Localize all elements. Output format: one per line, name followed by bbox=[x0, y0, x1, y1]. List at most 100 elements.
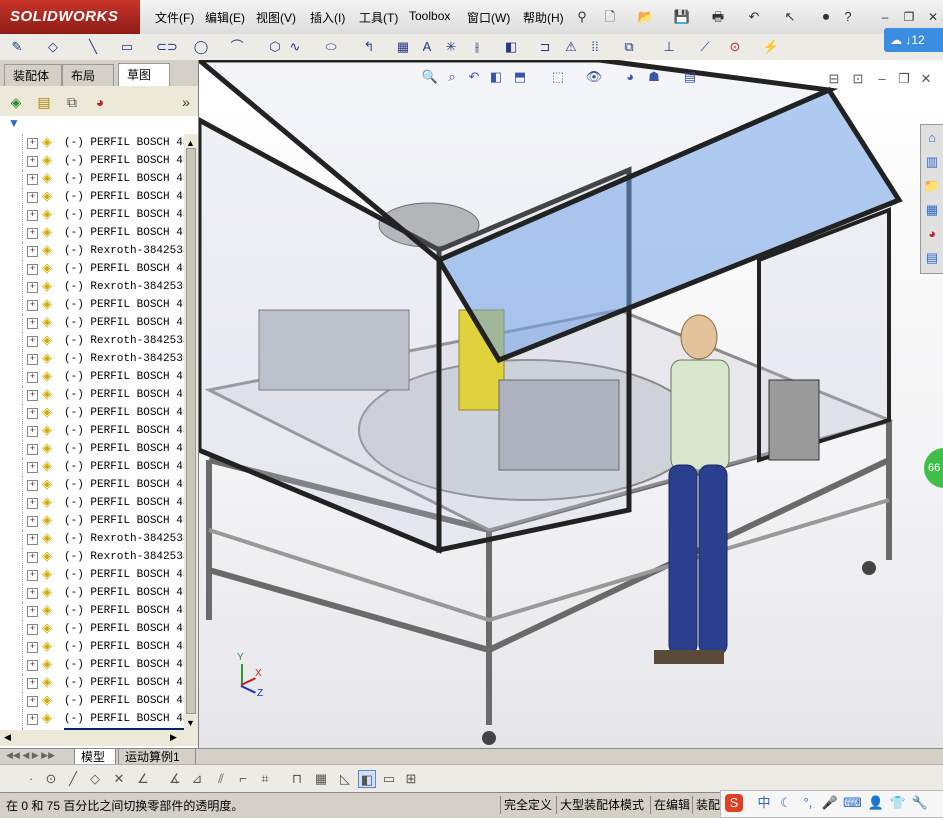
menu-help[interactable]: 帮助(H) bbox=[518, 9, 569, 26]
ime-chinese-mode[interactable]: 中 bbox=[755, 794, 773, 812]
rebuild-traffic-light-icon[interactable]: ⏺ bbox=[816, 8, 836, 26]
viewport-close-icon[interactable]: ✕ bbox=[917, 70, 935, 88]
minimize-icon[interactable]: – bbox=[876, 9, 894, 25]
center-point-icon[interactable]: ⊙ bbox=[42, 770, 60, 788]
scroll-left-icon[interactable]: ◀ bbox=[4, 732, 11, 743]
assembly-3d-model[interactable] bbox=[199, 60, 943, 748]
tab-layout[interactable]: 布局 bbox=[62, 64, 114, 86]
ime-punctuation-icon[interactable]: °, bbox=[799, 794, 817, 812]
pattern-icon[interactable]: ⁞⁞ bbox=[586, 38, 604, 56]
repair-sketch-icon[interactable]: ⟋ bbox=[696, 38, 714, 56]
tree-item[interactable]: + ◈ (-) PERFIL BOSCH 45 bbox=[0, 602, 184, 620]
expand-toggle-icon[interactable]: + bbox=[27, 408, 38, 419]
rectangle-icon[interactable]: ▭ bbox=[118, 38, 136, 56]
tree-item[interactable]: + ◈ (-) PERFIL BOSCH 45 bbox=[0, 584, 184, 602]
grid-tool-icon[interactable]: ▦ bbox=[312, 770, 330, 788]
sogou-logo-icon[interactable]: S bbox=[725, 794, 743, 812]
ime-settings-icon[interactable]: 🔧 bbox=[911, 794, 929, 812]
tab-model[interactable]: 模型 bbox=[74, 749, 116, 765]
expand-toggle-icon[interactable]: + bbox=[27, 480, 38, 491]
expand-toggle-icon[interactable]: + bbox=[27, 390, 38, 401]
expand-toggle-icon[interactable]: + bbox=[27, 246, 38, 257]
scroll-down-icon[interactable]: ▼ bbox=[186, 718, 195, 728]
menu-edit[interactable]: 编辑(E) bbox=[200, 9, 250, 26]
bracket-tool-icon[interactable]: ⌗ bbox=[256, 770, 274, 788]
tab-sketch[interactable]: 草图 bbox=[118, 63, 170, 86]
expand-toggle-icon[interactable]: + bbox=[27, 264, 38, 275]
ime-microphone-icon[interactable]: 🎤 bbox=[821, 794, 839, 812]
section-view-icon[interactable]: ◧ bbox=[487, 68, 505, 86]
text-icon[interactable]: A bbox=[418, 38, 436, 56]
sketch-chamfer-icon[interactable]: ⊿ bbox=[188, 770, 206, 788]
polygon-tool-icon[interactable]: ◇ bbox=[86, 770, 104, 788]
table-grid-icon[interactable]: ⊞ bbox=[402, 770, 420, 788]
open-folder-icon[interactable]: 📂 bbox=[636, 8, 656, 26]
new-document-icon[interactable]: 🗋 bbox=[600, 8, 620, 26]
tree-item[interactable]: + ◈ (-) PERFIL BOSCH 45 bbox=[0, 674, 184, 692]
viewport-minimize-icon[interactable]: – bbox=[873, 70, 891, 88]
tree-item[interactable]: + ◈ (-) PERFIL BOSCH 45 bbox=[0, 512, 184, 530]
tree-item[interactable]: + ◈ (-) PERFIL BOSCH 45 bbox=[0, 224, 184, 242]
tab-motion-study[interactable]: 运动算例1 bbox=[118, 749, 196, 765]
expand-toggle-icon[interactable]: + bbox=[27, 156, 38, 167]
filter-icon[interactable]: ▼ bbox=[8, 116, 20, 130]
ime-skin-icon[interactable]: 👕 bbox=[889, 794, 907, 812]
expand-toggle-icon[interactable]: + bbox=[27, 210, 38, 221]
tree-item[interactable]: + ◈ (-) PERFIL BOSCH 45 bbox=[0, 566, 184, 584]
menu-window[interactable]: 窗口(W) bbox=[462, 9, 515, 26]
display-style-icon[interactable]: ⬚ bbox=[549, 68, 567, 86]
tree-item[interactable]: + ◈ (-) PERFIL BOSCH 45 bbox=[0, 422, 184, 440]
print-icon[interactable]: 🖶 bbox=[708, 8, 728, 26]
tree-item[interactable]: + ◈ (-) PERFIL BOSCH 45 bbox=[0, 494, 184, 512]
select-arrow-icon[interactable]: ↖ bbox=[780, 8, 800, 26]
cloud-sync-badge[interactable]: ☁ ↓12 bbox=[884, 28, 943, 52]
expand-toggle-icon[interactable]: + bbox=[27, 300, 38, 311]
expand-toggle-icon[interactable]: + bbox=[27, 354, 38, 365]
expand-toggle-icon[interactable]: + bbox=[27, 282, 38, 293]
expand-toggle-icon[interactable]: + bbox=[27, 570, 38, 581]
menu-view[interactable]: 视图(V) bbox=[251, 9, 301, 26]
expand-toggle-icon[interactable]: + bbox=[27, 588, 38, 599]
hide-show-items-icon[interactable]: 👁 bbox=[585, 68, 603, 86]
solidworks-logo[interactable]: SOLIDWORKS bbox=[0, 0, 140, 34]
rapid-sketch-icon[interactable]: ⚡ bbox=[762, 38, 780, 56]
trim-icon[interactable]: ⫲ bbox=[468, 38, 486, 56]
expand-toggle-icon[interactable]: + bbox=[27, 192, 38, 203]
view-settings-icon[interactable]: ▤ bbox=[681, 68, 699, 86]
restore-icon[interactable]: ❐ bbox=[900, 9, 918, 25]
expand-toggle-icon[interactable]: + bbox=[27, 624, 38, 635]
quick-snaps-icon[interactable]: ⊙ bbox=[726, 38, 744, 56]
expand-toggle-icon[interactable]: + bbox=[27, 372, 38, 383]
viewport-split2-icon[interactable]: ⊡ bbox=[849, 70, 867, 88]
line-tool-icon[interactable]: ╱ bbox=[64, 770, 82, 788]
ellipse-icon[interactable]: ⬭ bbox=[322, 38, 340, 56]
expand-toggle-icon[interactable]: + bbox=[27, 696, 38, 707]
transparency-toggle-icon[interactable]: ◧ bbox=[358, 770, 376, 788]
polygon-icon[interactable]: ⬡ bbox=[266, 38, 284, 56]
help-question-icon[interactable]: ? bbox=[838, 8, 858, 26]
file-explorer-icon[interactable]: ▦ bbox=[923, 201, 941, 219]
previous-view-icon[interactable]: ↶ bbox=[465, 68, 483, 86]
view-orientation-icon[interactable]: ⬒ bbox=[511, 68, 529, 86]
expand-toggle-icon[interactable]: + bbox=[27, 642, 38, 653]
tree-item[interactable]: + ◈ (-) PERFIL BOSCH 45 bbox=[0, 656, 184, 674]
close-icon[interactable]: ✕ bbox=[924, 9, 942, 25]
tree-item[interactable]: + ◈ (-) Rexroth-38425354 bbox=[0, 350, 184, 368]
table-tool-icon[interactable]: ▭ bbox=[380, 770, 398, 788]
tree-item[interactable]: + ◈ (-) PERFIL BOSCH 45 bbox=[0, 206, 184, 224]
save-icon[interactable]: 💾 bbox=[672, 8, 692, 26]
offset-icon[interactable]: ⊐ bbox=[536, 38, 554, 56]
expand-toggle-icon[interactable]: + bbox=[27, 336, 38, 347]
sketch-fillet-icon[interactable]: ∡ bbox=[166, 770, 184, 788]
tree-item[interactable]: + ◈ (-) PERFIL BOSCH 45 bbox=[0, 692, 184, 710]
convert-entities-icon[interactable]: ◧ bbox=[502, 38, 520, 56]
tree-item[interactable]: + ◈ (-) PERFIL BOSCH 45 bbox=[0, 368, 184, 386]
tree-item[interactable]: + ◈ (-) PERFIL BOSCH 45 bbox=[0, 638, 184, 656]
tree-item[interactable]: + ◈ (-) Rexroth-38425354 bbox=[0, 242, 184, 260]
graphics-viewport[interactable]: 🔍 ⌕ ↶ ◧ ⬒ ⬚ 👁 ◕ ☗ ▤ ⊟ ⊡ – ❐ ✕ Y X Z bbox=[199, 60, 943, 748]
expand-toggle-icon[interactable]: + bbox=[27, 462, 38, 473]
feature-manager-icon[interactable]: ◈ bbox=[6, 92, 26, 112]
tree-item[interactable]: + ◈ (-) PERFIL BOSCH 45 bbox=[0, 710, 184, 728]
viewport-split-icon[interactable]: ⊟ bbox=[825, 70, 843, 88]
pin-icon[interactable]: ⚲ bbox=[572, 8, 592, 26]
